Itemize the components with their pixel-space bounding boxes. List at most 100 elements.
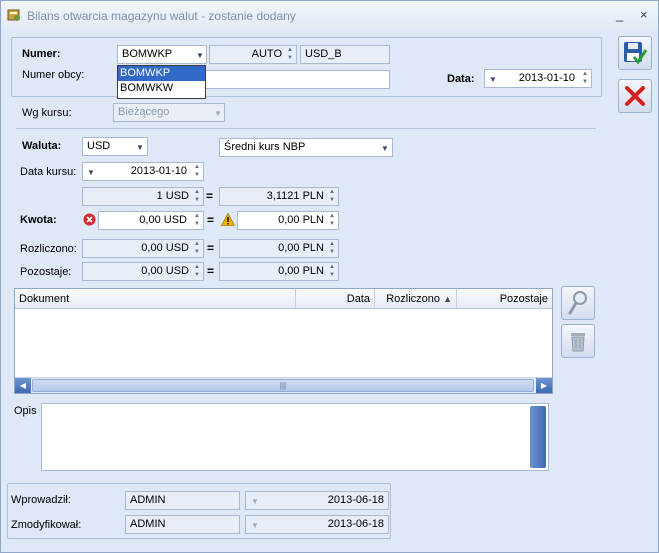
rozliczono-right-value: 0,00 PLN: [278, 242, 324, 254]
scroll-right-icon[interactable]: ▶: [536, 378, 552, 393]
wprowadzil-dropdown-icon: ▼: [251, 497, 259, 506]
magnifier-icon: [568, 291, 587, 315]
cancel-button[interactable]: [618, 79, 652, 113]
pozostaje-right-spinner-icon: ▲ ▼: [329, 264, 335, 278]
zmodyfikowal-date-field: 2013-06-18: [245, 515, 389, 534]
column-header-dokument[interactable]: Dokument: [15, 289, 296, 309]
kurs-type-chevron-down-icon[interactable]: ▼: [381, 144, 389, 153]
zmodyfikowal-date-value: 2013-06-18: [327, 518, 384, 530]
numer-select[interactable]: BOMWKP: [117, 45, 207, 64]
auto-number-field[interactable]: AUTO: [209, 45, 297, 64]
equals-sign: =: [207, 241, 215, 255]
rate-left-field[interactable]: 1 USD: [82, 187, 204, 206]
numer-dropdown-list: BOMWKP BOMWKW: [117, 65, 206, 99]
wprowadzil-date-value: 2013-06-18: [327, 494, 384, 506]
kwota-right-input[interactable]: 0,00 PLN: [237, 211, 339, 230]
pozostaje-label: Pozostaje:: [20, 266, 72, 278]
data-spinner-icon[interactable]: ▲ ▼: [580, 70, 590, 87]
data-kursu-dropdown-icon[interactable]: ▼: [87, 168, 95, 177]
delete-button[interactable]: [561, 324, 595, 358]
kwota-left-value: 0,00 USD: [139, 214, 187, 226]
wg-kursu-select: Bieżącego: [113, 103, 225, 122]
documents-grid[interactable]: Dokument Data Rozliczono ▲ Pozostaje ◀ |…: [14, 288, 553, 394]
numer-select-value: BOMWKP: [122, 48, 173, 60]
search-button[interactable]: [561, 286, 595, 320]
minimize-button[interactable]: _: [616, 7, 623, 22]
kwota-right-value: 0,00 PLN: [278, 214, 324, 226]
rate-right-field[interactable]: 3,1121 PLN: [219, 187, 339, 206]
kurs-type-select[interactable]: Średni kurs NBP: [219, 138, 393, 157]
sort-ascending-icon: ▲: [443, 294, 452, 304]
grid-header: Dokument Data Rozliczono ▲ Pozostaje: [15, 289, 552, 309]
waluta-label: Waluta:: [22, 140, 62, 152]
rate-left-spinner-icon[interactable]: ▲ ▼: [192, 188, 202, 205]
data-label: Data:: [447, 73, 475, 85]
data-kursu-label: Data kursu:: [20, 166, 77, 178]
opis-label: Opis: [14, 405, 37, 417]
kwota-left-input[interactable]: 0,00 USD: [98, 211, 204, 230]
pozostaje-left-value: 0,00 USD: [141, 265, 189, 277]
close-window-button[interactable]: ×: [640, 7, 648, 22]
opis-textarea[interactable]: [41, 403, 549, 471]
floppy-disk-icon: [624, 42, 648, 65]
equals-sign: =: [207, 213, 215, 227]
numer-option-bomwkp[interactable]: BOMWKP: [118, 66, 205, 81]
data-dropdown-icon[interactable]: ▼: [489, 75, 497, 84]
dialog-window: Bilans otwarcia magazynu walut - zostani…: [0, 0, 659, 553]
numer-option-bomwkw[interactable]: BOMWKW: [118, 81, 205, 96]
error-icon: [83, 213, 96, 226]
waluta-value: USD: [87, 140, 111, 152]
rate-left-value: 1 USD: [156, 190, 189, 202]
numer-obcy-label: Numer obcy:: [22, 69, 85, 81]
warning-icon: [221, 213, 235, 226]
section-divider: [16, 128, 596, 129]
auto-number-spinner-icon[interactable]: ▲ ▼: [285, 46, 295, 63]
rozliczono-right-spinner-icon: ▲ ▼: [329, 241, 335, 255]
numer-label: Numer:: [22, 48, 61, 60]
rate-right-value: 3,1121 PLN: [266, 190, 324, 202]
pozostaje-right-value: 0,00 PLN: [278, 265, 324, 277]
data-date-value: 2013-01-10: [518, 72, 575, 84]
rozliczono-left-value: 0,00 USD: [141, 242, 189, 254]
kwota-left-spinner-icon[interactable]: ▲ ▼: [192, 212, 202, 229]
column-pozostaje-label: Pozostaje: [499, 293, 548, 305]
vertical-scrollbar[interactable]: [530, 406, 546, 468]
wg-kursu-value: Bieżącego: [118, 106, 170, 118]
numer-chevron-down-icon[interactable]: ▼: [196, 51, 204, 60]
close-icon: [625, 86, 645, 106]
save-button[interactable]: [618, 36, 652, 70]
column-rozliczono-label: Rozliczono: [386, 293, 441, 305]
trash-icon: [571, 333, 585, 352]
series-field: USD_B: [300, 45, 390, 64]
zmodyfikowal-dropdown-icon: ▼: [251, 521, 259, 530]
waluta-chevron-down-icon[interactable]: ▼: [136, 143, 144, 152]
rozliczono-left-spinner-icon: ▲ ▼: [194, 241, 200, 255]
kwota-label: Kwota:: [20, 214, 57, 226]
horizontal-scrollbar[interactable]: ◀ ||| ▶: [15, 377, 552, 393]
equals-sign: =: [207, 264, 215, 278]
wg-kursu-chevron-down-icon: ▼: [214, 109, 222, 118]
rozliczono-right-field: 0,00 PLN: [219, 239, 339, 258]
kwota-right-spinner-icon[interactable]: ▲ ▼: [327, 212, 337, 229]
column-header-pozostaje[interactable]: Pozostaje: [457, 289, 552, 309]
kurs-type-value: Średni kurs NBP: [224, 141, 306, 153]
rozliczono-label: Rozliczono:: [20, 243, 77, 255]
app-icon: [7, 9, 20, 21]
zmodyfikowal-user-value: ADMIN: [130, 518, 166, 530]
data-kursu-date-picker[interactable]: 2013-01-10: [82, 162, 204, 181]
equals-sign: =: [206, 189, 214, 203]
data-date-picker[interactable]: 2013-01-10: [484, 69, 592, 88]
scrollbar-thumb[interactable]: |||: [32, 379, 534, 392]
series-value: USD_B: [305, 48, 342, 60]
title-bar: Bilans otwarcia magazynu walut - zostani…: [1, 1, 658, 29]
data-kursu-spinner-icon[interactable]: ▲ ▼: [192, 163, 202, 180]
pozostaje-right-field: 0,00 PLN: [219, 262, 339, 281]
data-kursu-value: 2013-01-10: [130, 165, 187, 177]
zmodyfikowal-label: Zmodyfikował:: [11, 519, 82, 531]
column-header-rozliczono[interactable]: Rozliczono ▲: [375, 289, 457, 309]
window-title: Bilans otwarcia magazynu walut - zostani…: [27, 9, 296, 23]
rozliczono-left-field: 0,00 USD: [82, 239, 204, 258]
rate-right-spinner-icon[interactable]: ▲ ▼: [327, 188, 337, 205]
column-header-data[interactable]: Data: [296, 289, 375, 309]
scroll-left-icon[interactable]: ◀: [15, 378, 31, 393]
